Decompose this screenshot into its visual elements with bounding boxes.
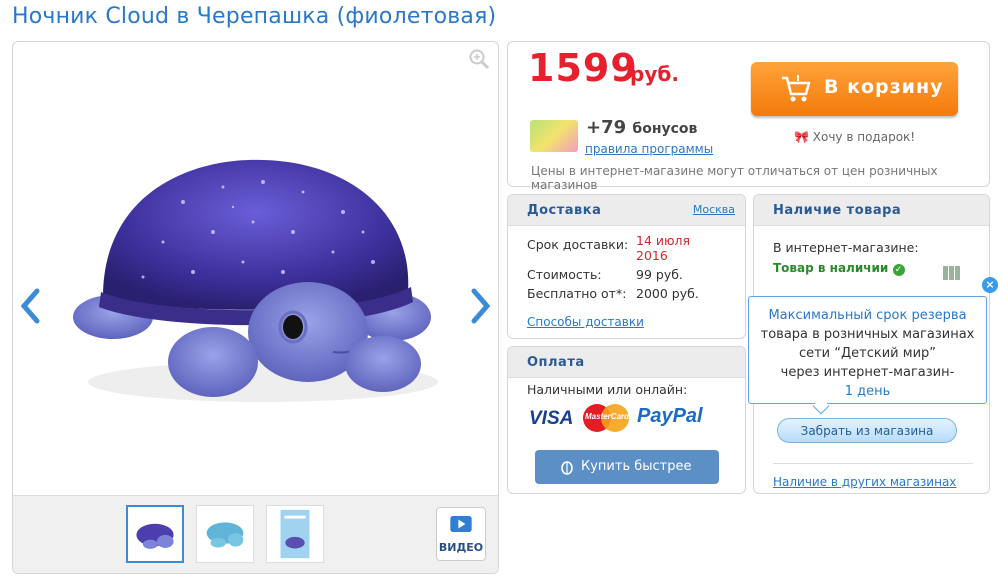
free-from-label: Бесплатно от*: (527, 286, 627, 301)
thumbnail-2[interactable] (196, 505, 254, 563)
delivery-cost-value: 99 руб. (636, 267, 683, 282)
pickup-button[interactable]: Забрать из магазина (777, 418, 957, 443)
delivery-methods-link[interactable]: Способы доставки (527, 315, 644, 329)
bonus-word: бонусов (632, 121, 698, 137)
add-to-cart-button[interactable]: В корзину (751, 62, 958, 116)
add-to-cart-label: В корзину (824, 76, 944, 98)
buy-fast-label: Купить быстрее (581, 459, 692, 474)
delivery-cost-label: Стоимость: (527, 267, 602, 282)
check-icon: ✓ (892, 264, 905, 276)
payment-panel: Оплата Наличными или онлайн: VISA Master… (507, 346, 746, 494)
cart-icon (782, 75, 811, 102)
gift-link-label: Хочу в подарок! (812, 130, 916, 144)
reserve-tooltip: Максимальный срок резерва товара в розни… (748, 296, 987, 404)
bonus-amount: +79 бонусов (586, 117, 697, 138)
divider (773, 463, 973, 464)
online-status-text: Товар в наличии (773, 261, 889, 275)
product-title: Ночник Cloud в Черепашка (фиолетовая) (12, 4, 497, 29)
video-label: ВИДЕО (438, 541, 484, 554)
price-note: Цены в интернет-магазине могут отличатьс… (531, 164, 938, 192)
delivery-term-label: Срок доставки: (527, 237, 629, 252)
price-amount: 1599 (528, 46, 638, 90)
tooltip-line-1: Максимальный срок резерва (768, 308, 967, 323)
delivery-term-value: 14 июля 2016 (636, 233, 691, 263)
paypal-logo: PayPal (637, 405, 703, 427)
product-main-image[interactable] (63, 102, 453, 462)
buy-fast-button[interactable]: Купить быстрее (535, 450, 719, 484)
zoom-icon[interactable] (468, 48, 490, 70)
other-stores-link[interactable]: Наличие в других магазинах (773, 475, 956, 489)
payment-title: Оплата (508, 347, 745, 378)
play-icon (450, 516, 472, 532)
stock-level-icon (943, 265, 961, 284)
tooltip-line-4: через интернет-магазин- (780, 365, 955, 380)
product-gallery: ВИДЕО (12, 41, 499, 574)
thumbnail-1[interactable] (126, 505, 184, 563)
tooltip-line-3: сети “Детский мир” (798, 346, 937, 361)
tooltip-line-2: товара в розничных магазинах (760, 327, 975, 342)
tooltip-line-5: 1 день (844, 384, 891, 399)
gift-link[interactable]: 🎀 Хочу в подарок! (794, 130, 915, 144)
video-button[interactable]: ВИДЕО (436, 507, 486, 561)
online-store-label: В интернет-магазине: (773, 240, 919, 255)
bonus-value: +79 (586, 117, 627, 138)
next-image-arrow-icon[interactable] (468, 287, 492, 325)
free-from-value: 2000 руб. (636, 286, 699, 301)
bonus-rules-link[interactable]: правила программы (585, 142, 713, 156)
price-currency: руб. (630, 62, 679, 86)
city-link[interactable]: Москва (693, 203, 735, 216)
visa-logo: VISA (529, 408, 574, 429)
payment-label: Наличными или онлайн: (527, 382, 688, 397)
bonus-card-icon (530, 120, 578, 152)
online-status: Товар в наличии ✓ (773, 261, 905, 276)
prev-image-arrow-icon[interactable] (19, 287, 43, 325)
bow-icon: 🎀 (794, 130, 809, 144)
delivery-panel: Доставка Москва Срок доставки: 14 июля 2… (507, 194, 746, 339)
mastercard-logo: MasterCard (583, 402, 631, 432)
stock-title: Наличие товара (754, 195, 989, 226)
thumbnail-strip: ВИДЕО (13, 495, 498, 573)
bug-icon (561, 461, 573, 475)
price-box: 1599 руб. В корзину 🎀 Хочу в подарок! +7… (507, 41, 990, 192)
mastercard-logo-text: MasterCard (585, 412, 630, 421)
thumbnail-3[interactable] (266, 505, 324, 563)
close-icon[interactable]: × (982, 277, 998, 293)
